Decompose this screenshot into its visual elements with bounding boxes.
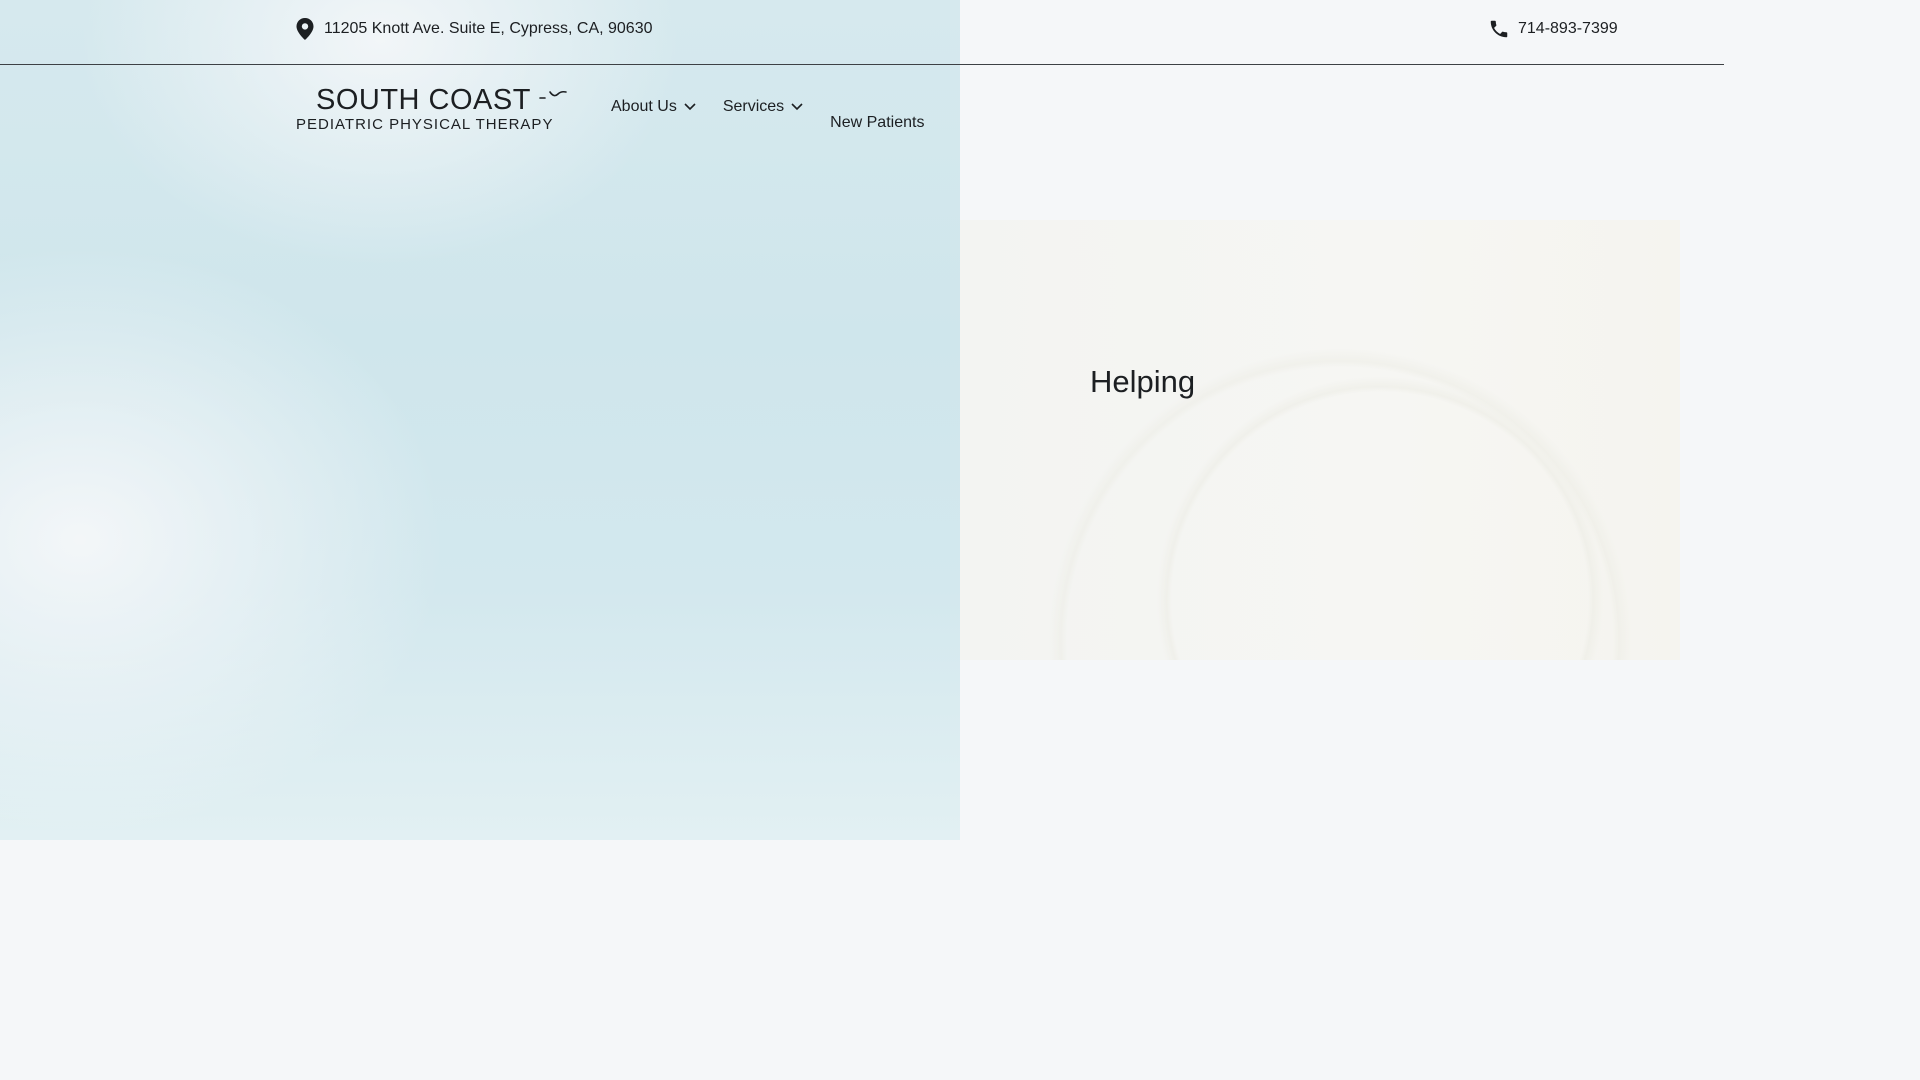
phone-text: 714-893-7399 [1518,20,1618,37]
nav-item-about-us[interactable]: About Us [611,98,697,116]
nav-item-new-patients[interactable]: New Patients [830,98,924,128]
logo-subtitle: PEDIATRIC PHYSICAL THERAPY [296,116,554,133]
logo-title: SOUTH COAST [316,84,531,116]
nav-item-label: Services [722,98,785,115]
main-nav: About Us Services New Patients [611,98,924,128]
chevron-down-icon [790,98,804,116]
address-text: 11205 Knott Ave. Suite E, Cypress, CA, 9… [324,20,653,37]
phone-icon [1488,18,1510,40]
site-logo[interactable]: SOUTH COAST PEDIATRIC PHYSICAL THERAPY [294,84,584,140]
hero-image [240,220,960,660]
hero-heading: Helping [1090,364,1196,399]
nav-item-label: About Us [611,98,677,115]
map-pin-icon [296,18,314,40]
hero-text-panel [960,220,1680,660]
phone-link[interactable]: 714-893-7399 [1488,18,1618,40]
bird-icon [538,88,570,109]
chevron-down-icon [683,98,697,116]
nav-item-label: New Patients [830,114,925,128]
address-link[interactable]: 11205 Knott Ave. Suite E, Cypress, CA, 9… [296,18,653,40]
page: Helping 11205 Knott Ave. Suite E, Cypres… [0,0,1920,1080]
nav-item-services[interactable]: Services [723,98,804,116]
top-info-bar: 11205 Knott Ave. Suite E, Cypress, CA, 9… [0,0,1724,65]
